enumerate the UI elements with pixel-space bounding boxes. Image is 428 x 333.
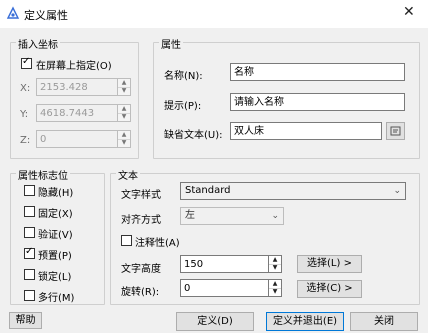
pick-rotation-button[interactable]: 选择(C) > <box>297 280 362 298</box>
spin-down-icon[interactable]: ▼ <box>269 288 281 296</box>
default-text-field[interactable]: 双人床 <box>230 122 382 140</box>
preset-label: 预置(P) <box>38 251 72 262</box>
x-coordinate-spinner[interactable]: ▲ ▼ <box>117 78 131 96</box>
text-style-value: Standard <box>185 185 231 196</box>
x-coordinate-field[interactable]: 2153.428 <box>36 78 118 96</box>
specify-on-screen-label: 在屏幕上指定(O) <box>36 61 112 72</box>
text-style-select[interactable]: Standard ⌄ <box>180 182 406 200</box>
define-and-exit-button[interactable]: 定义并退出(E) <box>266 312 344 331</box>
spin-down-icon[interactable]: ▼ <box>118 87 130 95</box>
z-coordinate-spinner[interactable]: ▲ ▼ <box>117 130 131 148</box>
insert-field-button[interactable] <box>386 122 405 140</box>
spin-down-icon[interactable]: ▼ <box>269 264 281 272</box>
chevron-down-icon: ⌄ <box>271 211 279 221</box>
text-height-field[interactable]: 150 <box>180 255 269 273</box>
text-height-spinner[interactable]: ▲ ▼ <box>268 255 282 273</box>
annotative-checkbox[interactable] <box>121 235 132 246</box>
constant-checkbox[interactable] <box>24 206 35 217</box>
prompt-label: 提示(P): <box>164 101 202 112</box>
text-style-label: 文字样式 <box>121 190 161 201</box>
lock-position-label: 锁定(L) <box>38 272 72 283</box>
text-settings-group-label: 文本 <box>116 167 140 182</box>
rotation-label: 旋转(R): <box>121 287 160 298</box>
constant-label: 固定(X) <box>38 209 73 220</box>
multiline-label: 多行(M) <box>38 293 75 304</box>
close-button[interactable]: 关闭 <box>350 312 418 331</box>
spin-down-icon[interactable]: ▼ <box>118 139 130 147</box>
y-coordinate-spinner[interactable]: ▲ ▼ <box>117 104 131 122</box>
verify-label: 验证(V) <box>38 230 73 241</box>
justification-select[interactable]: 左 ⌄ <box>180 207 284 225</box>
rotation-spinner[interactable]: ▲ ▼ <box>268 279 282 297</box>
attribute-icon <box>6 6 20 19</box>
x-label: X: <box>20 83 31 94</box>
insert-point-group-label: 插入坐标 <box>16 36 60 51</box>
insert-field-icon <box>390 126 400 136</box>
justification-label: 对齐方式 <box>121 215 161 226</box>
tag-field[interactable]: 名称 <box>230 63 405 81</box>
attribute-group-label: 属性 <box>159 36 183 51</box>
close-icon[interactable]: ✕ <box>403 5 415 19</box>
z-label: Z: <box>20 135 31 146</box>
invisible-checkbox[interactable] <box>24 185 35 196</box>
define-button[interactable]: 定义(D) <box>176 312 254 331</box>
annotative-label: 注释性(A) <box>135 238 180 249</box>
rotation-field[interactable]: 0 <box>180 279 269 297</box>
text-height-label: 文字高度 <box>121 264 161 275</box>
z-coordinate-field[interactable]: 0 <box>36 130 118 148</box>
tag-label: 名称(N): <box>164 71 203 82</box>
justification-value: 左 <box>185 210 195 221</box>
spin-down-icon[interactable]: ▼ <box>118 113 130 121</box>
attribute-modes-group-label: 属性标志位 <box>16 167 70 182</box>
specify-on-screen-checkbox[interactable]: ✓ <box>21 56 32 69</box>
window-title: 定义属性 <box>24 9 68 22</box>
chevron-down-icon: ⌄ <box>393 186 401 196</box>
lock-position-checkbox[interactable] <box>24 269 35 280</box>
help-button[interactable]: 帮助 <box>9 312 42 329</box>
prompt-field[interactable]: 请输入名称 <box>230 93 405 111</box>
y-coordinate-field[interactable]: 4618.7443 <box>36 104 118 122</box>
verify-checkbox[interactable] <box>24 227 35 238</box>
pick-height-button[interactable]: 选择(L) > <box>297 255 362 273</box>
preset-checkbox[interactable]: ✓ <box>24 246 35 259</box>
default-text-label: 缺省文本(U): <box>164 130 223 141</box>
multiline-checkbox[interactable] <box>24 290 35 301</box>
y-label: Y: <box>20 109 29 120</box>
invisible-label: 隐藏(H) <box>38 188 74 199</box>
